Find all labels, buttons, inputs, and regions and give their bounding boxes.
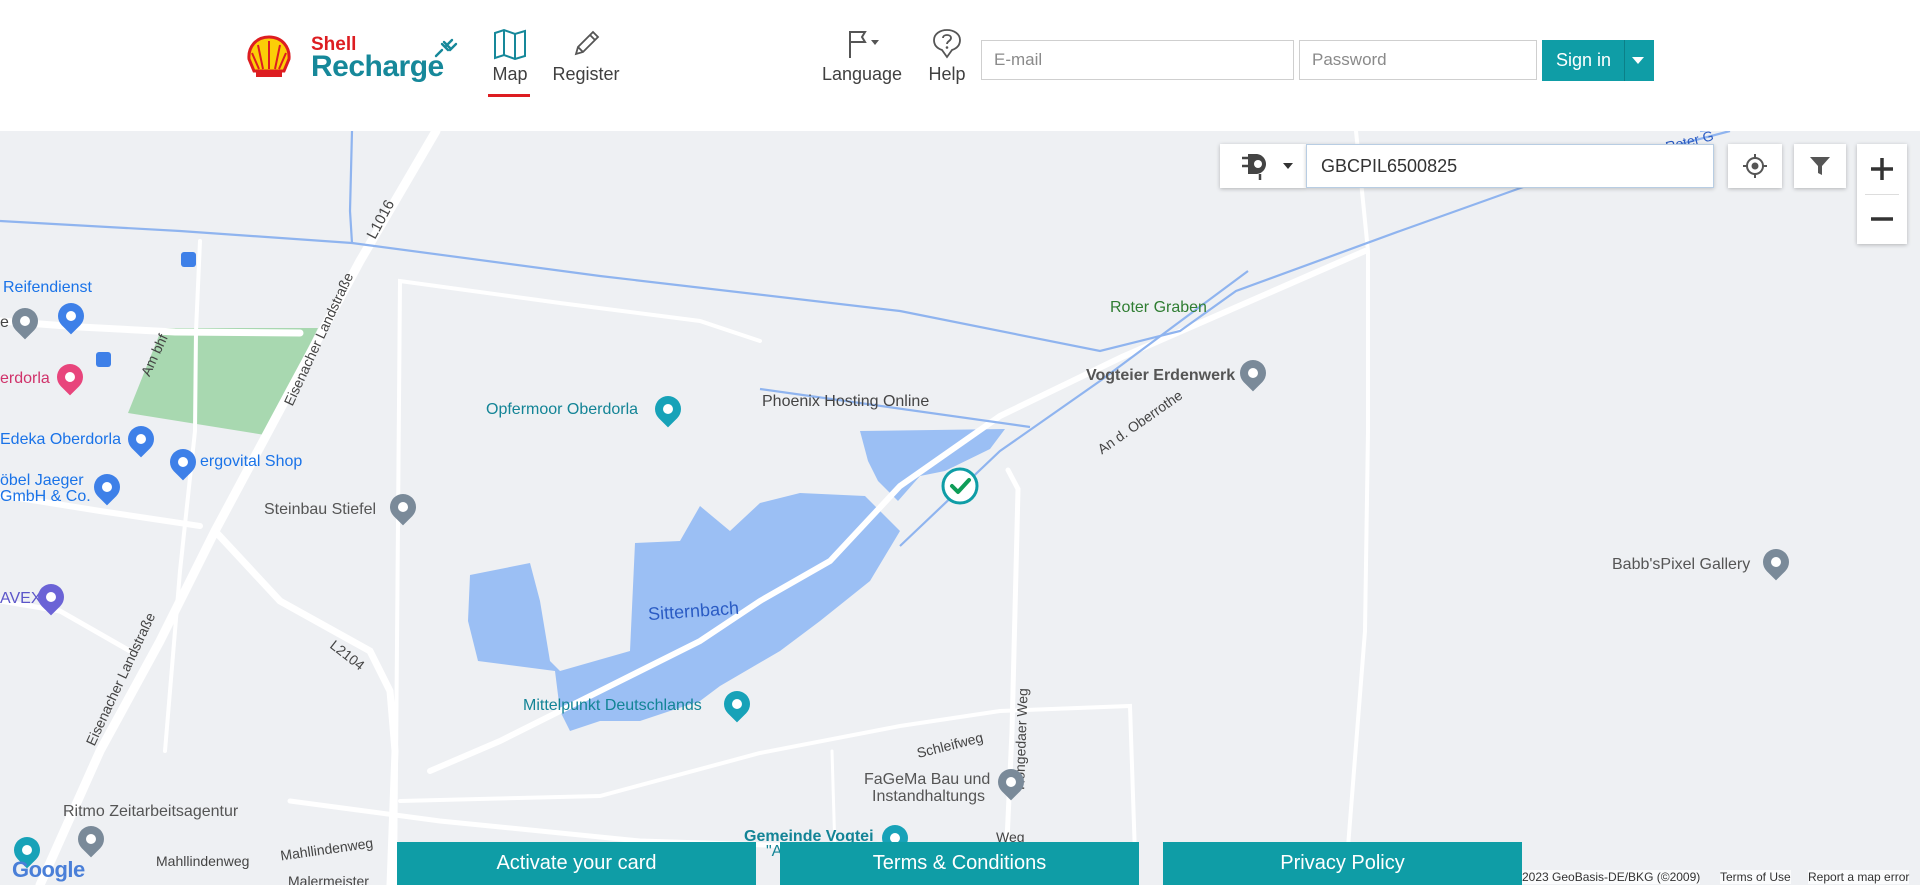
poi-label-babbs-pixel[interactable]: Babb'sPixel Gallery — [1612, 556, 1750, 574]
map-copyright: 2023 GeoBasis-DE/BKG (©2009) — [1522, 870, 1701, 884]
road-label-malermeister: Malermeister — [288, 873, 369, 885]
poi-label-opfermoor[interactable]: Opfermoor Oberdorla — [486, 401, 638, 419]
poi-label-ritmo[interactable]: Ritmo Zeitarbeitsagentur — [63, 803, 238, 821]
charging-station-check-icon[interactable] — [941, 467, 979, 505]
filter-button[interactable] — [1794, 144, 1846, 188]
language-label: Language — [821, 64, 903, 84]
zoom-in-button[interactable] — [1857, 144, 1907, 194]
terms-conditions-button[interactable]: Terms & Conditions — [780, 842, 1139, 885]
language-selector[interactable]: Language — [820, 28, 904, 85]
map-icon — [494, 28, 526, 60]
nav-register-label: Register — [552, 64, 620, 84]
poi-label-steinbau[interactable]: Steinbau Stiefel — [264, 501, 376, 519]
help-icon — [933, 29, 961, 59]
logo-recharge-text: Recharge — [311, 50, 444, 83]
shell-pecten-icon — [247, 35, 291, 77]
poi-label-gmbh[interactable]: GmbH & Co. — [0, 488, 91, 506]
header: Shell Recharge Map Register Language Hel… — [0, 0, 1920, 131]
plug-icon — [434, 38, 458, 58]
help-label: Help — [928, 64, 966, 84]
minus-icon — [1871, 217, 1893, 221]
bus-stop-icon[interactable] — [96, 352, 111, 367]
poi-label-avex[interactable]: AVEX — [0, 590, 42, 608]
charger-plug-icon — [1242, 154, 1266, 180]
report-map-error-link[interactable]: Report a map error — [1808, 870, 1910, 884]
locate-me-button[interactable] — [1728, 144, 1782, 188]
nav-map-label: Map — [492, 64, 528, 84]
search-input[interactable] — [1306, 144, 1714, 188]
map-canvas[interactable]: L1016 Eisenacher Landstraße Eisenacher L… — [0, 131, 1920, 885]
sign-in-button[interactable]: Sign in — [1542, 40, 1654, 81]
sign-in-separator — [1624, 40, 1625, 81]
nav-register[interactable]: Register — [552, 28, 620, 85]
poi-label-reifendienst[interactable]: Reifendienst — [3, 279, 92, 297]
poi-label-fagema[interactable]: FaGeMa Bau und — [864, 771, 990, 789]
road-label-mahllindenweg-1: Mahllindenweg — [156, 853, 250, 869]
poi-label-e[interactable]: e — [0, 314, 9, 332]
poi-label-edeka[interactable]: Edeka Oberdorla — [0, 431, 121, 449]
poi-label-vogteier[interactable]: Vogteier Erdenwerk — [1086, 367, 1235, 385]
poi-label-phoenix[interactable]: Phoenix Hosting Online — [762, 393, 929, 411]
water-label-roter-graben: Roter Graben — [1110, 299, 1207, 316]
funnel-icon — [1810, 157, 1830, 175]
email-field[interactable] — [981, 40, 1294, 80]
poi-label-ergovital[interactable]: ergovital Shop — [200, 453, 302, 471]
privacy-policy-button[interactable]: Privacy Policy — [1163, 842, 1522, 885]
chevron-down-icon — [1283, 163, 1293, 169]
google-logo[interactable]: Google — [12, 857, 85, 883]
poi-label-mittelpunkt[interactable]: Mittelpunkt Deutschlands — [523, 697, 702, 715]
terms-of-use-link[interactable]: Terms of Use — [1720, 870, 1791, 884]
pencil-icon — [574, 30, 600, 56]
zoom-out-button[interactable] — [1857, 195, 1907, 244]
nav-active-indicator — [488, 94, 530, 97]
password-field[interactable] — [1299, 40, 1537, 80]
shell-recharge-logo[interactable]: Shell Recharge — [246, 32, 458, 87]
sign-in-dropdown-icon[interactable] — [1632, 57, 1644, 64]
activate-card-button[interactable]: Activate your card — [397, 842, 756, 885]
bus-stop-icon[interactable] — [181, 252, 196, 267]
plus-icon — [1871, 158, 1893, 180]
sign-in-label: Sign in — [1556, 50, 1612, 70]
crosshair-icon — [1743, 154, 1767, 178]
nav-map[interactable]: Map — [488, 28, 532, 85]
zoom-control — [1857, 144, 1907, 244]
connector-filter-dropdown[interactable] — [1220, 144, 1306, 188]
flag-icon — [849, 31, 879, 58]
poi-label-erdorla[interactable]: erdorla — [0, 370, 50, 388]
help-link[interactable]: Help — [928, 28, 966, 85]
poi-label-instandhaltungs[interactable]: Instandhaltungs — [872, 788, 985, 806]
